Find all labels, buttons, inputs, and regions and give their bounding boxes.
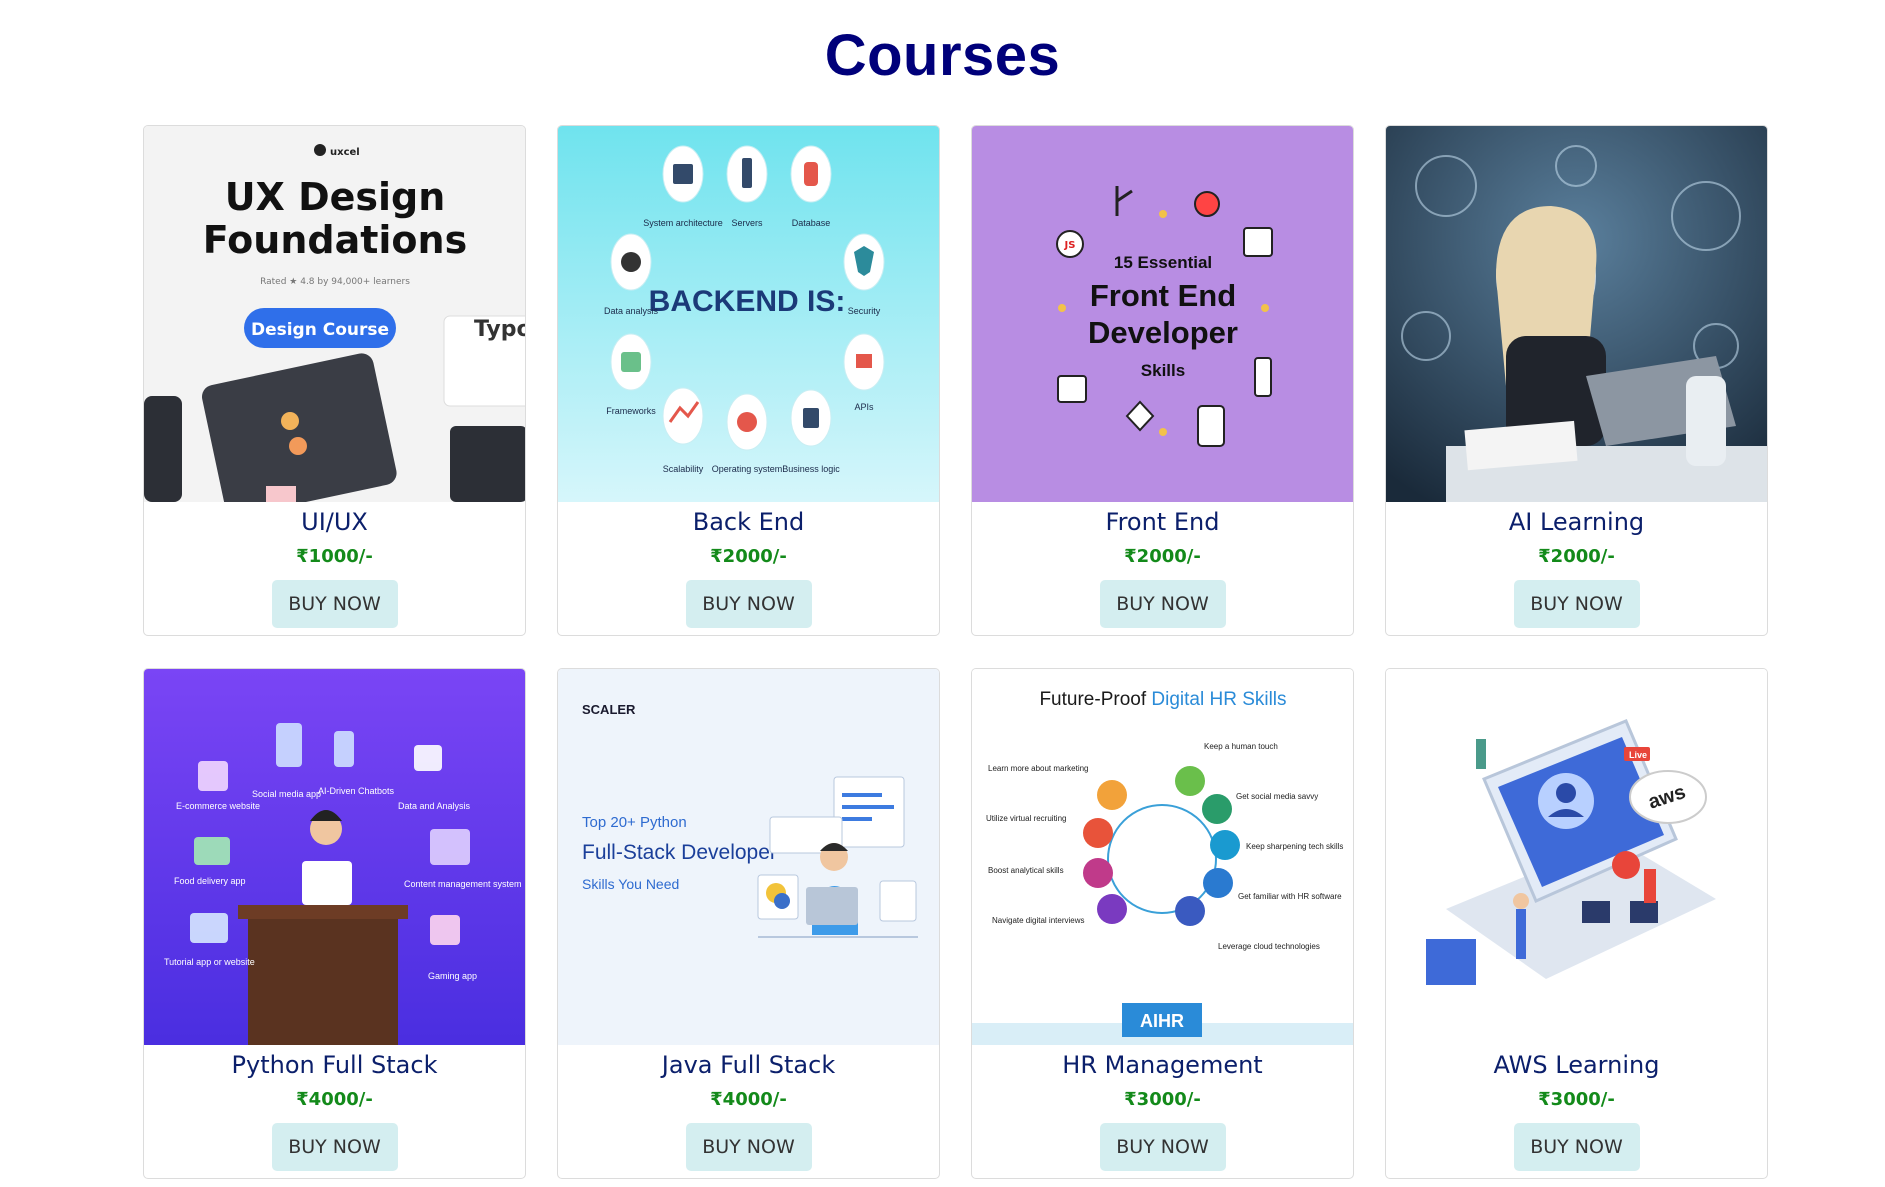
svg-text:SCALER: SCALER — [582, 702, 636, 717]
buy-now-button[interactable]: BUY NOW — [1513, 1123, 1640, 1171]
svg-text:Security: Security — [848, 306, 881, 316]
svg-text:Skills You Need: Skills You Need — [582, 876, 679, 892]
course-grid: uxcel UX Design Foundations Rated ★ 4.8 … — [143, 125, 1768, 1179]
course-card-ai-learning: AI Learning ₹2000/- BUY NOW — [1385, 125, 1768, 636]
svg-text:Top 20+ Python: Top 20+ Python — [582, 814, 687, 831]
buy-now-button[interactable]: BUY NOW — [1099, 580, 1226, 628]
svg-text:Keep sharpening tech skills: Keep sharpening tech skills — [1246, 842, 1343, 851]
svg-text:Content management system: Content management system — [404, 879, 522, 889]
svg-text:APIs: APIs — [854, 402, 874, 412]
svg-text:Food delivery app: Food delivery app — [174, 876, 246, 886]
svg-text:Utilize virtual recruiting: Utilize virtual recruiting — [986, 814, 1066, 823]
course-price: ₹3000/- — [1538, 1089, 1615, 1110]
svg-text:Skills: Skills — [1141, 361, 1185, 380]
svg-text:Get social media savvy: Get social media savvy — [1236, 792, 1318, 801]
svg-text:15 Essential: 15 Essential — [1114, 253, 1212, 272]
buy-now-button[interactable]: BUY NOW — [685, 1123, 812, 1171]
svg-text:Leverage cloud technologies: Leverage cloud technologies — [1218, 942, 1320, 951]
svg-text:Full-Stack Developer: Full-Stack Developer — [582, 841, 777, 864]
buy-now-button[interactable]: BUY NOW — [685, 580, 812, 628]
course-image-aws-learning[interactable]: Live aws — [1386, 669, 1767, 1045]
course-image-front-end[interactable]: JS 15 Essential Front End Developer Skil… — [972, 126, 1353, 502]
course-card-hr-management: Future-Proof Digital HR Skills Learn mor… — [971, 668, 1354, 1179]
svg-text:Front End: Front End — [1090, 278, 1236, 313]
svg-text:Data analysis: Data analysis — [604, 306, 659, 316]
page-title: Courses — [824, 23, 1061, 88]
course-card-ui-ux: uxcel UX Design Foundations Rated ★ 4.8 … — [143, 125, 526, 636]
svg-text:Database: Database — [792, 218, 831, 228]
svg-text:Get familiar with HR software: Get familiar with HR software — [1238, 892, 1342, 901]
course-title: AI Learning — [1508, 508, 1645, 536]
course-title: UI/UX — [301, 508, 368, 536]
svg-text:AIHR: AIHR — [1140, 1011, 1184, 1031]
svg-text:Design Course: Design Course — [251, 320, 389, 340]
course-price: ₹2000/- — [1538, 546, 1615, 567]
svg-text:System architecture: System architecture — [643, 218, 723, 228]
svg-text:Learn more about marketing: Learn more about marketing — [988, 764, 1089, 773]
uxcel-logo-text: uxcel — [330, 147, 360, 158]
course-card-back-end: BACKEND IS: System architecture Servers … — [557, 125, 940, 636]
course-card-python-full-stack: E-commerce website Social media app AI-D… — [143, 668, 526, 1179]
course-image-python-full-stack[interactable]: E-commerce website Social media app AI-D… — [144, 669, 525, 1045]
course-card-aws-learning: Live aws AWS Learning ₹3000/- BUY NOW — [1385, 668, 1768, 1179]
svg-text:Frameworks: Frameworks — [606, 406, 656, 416]
course-title: AWS Learning — [1493, 1051, 1660, 1079]
svg-text:Operating system: Operating system — [712, 464, 783, 474]
course-title: Back End — [692, 508, 805, 536]
course-card-front-end: JS 15 Essential Front End Developer Skil… — [971, 125, 1354, 636]
svg-text:Navigate digital interviews: Navigate digital interviews — [992, 916, 1085, 925]
svg-text:Tutorial app or website: Tutorial app or website — [164, 957, 255, 967]
course-price: ₹3000/- — [1124, 1089, 1201, 1110]
svg-text:Typo: Typo — [474, 317, 526, 342]
course-title: Java Full Stack — [661, 1051, 836, 1079]
course-title: Python Full Stack — [231, 1051, 438, 1079]
svg-text:E-commerce website: E-commerce website — [176, 801, 260, 811]
course-price: ₹2000/- — [710, 546, 787, 567]
svg-text:Future-Proof Digital HR Skills: Future-Proof Digital HR Skills — [1039, 689, 1286, 710]
course-image-ui-ux[interactable]: uxcel UX Design Foundations Rated ★ 4.8 … — [144, 126, 526, 502]
buy-now-button[interactable]: BUY NOW — [271, 580, 398, 628]
svg-text:Foundations: Foundations — [203, 218, 467, 262]
svg-text:Social media app: Social media app — [252, 789, 321, 799]
svg-text:Data and Analysis: Data and Analysis — [398, 801, 471, 811]
course-price: ₹4000/- — [296, 1089, 373, 1110]
svg-text:Live: Live — [1629, 750, 1647, 760]
svg-text:BACKEND IS:: BACKEND IS: — [649, 285, 846, 318]
course-image-back-end[interactable]: BACKEND IS: System architecture Servers … — [558, 126, 939, 502]
course-title: Front End — [1105, 508, 1220, 536]
svg-text:Keep a human touch: Keep a human touch — [1204, 742, 1278, 751]
course-price: ₹2000/- — [1124, 546, 1201, 567]
svg-text:Gaming app: Gaming app — [428, 971, 477, 981]
course-title: HR Management — [1062, 1051, 1263, 1079]
svg-text:UX Design: UX Design — [225, 175, 446, 219]
buy-now-button[interactable]: BUY NOW — [1513, 580, 1640, 628]
buy-now-button[interactable]: BUY NOW — [1099, 1123, 1226, 1171]
course-card-java-full-stack: SCALER Top 20+ Python Full-Stack Develop… — [557, 668, 940, 1179]
svg-text:AI-Driven Chatbots: AI-Driven Chatbots — [318, 786, 395, 796]
course-image-hr-management[interactable]: Future-Proof Digital HR Skills Learn mor… — [972, 669, 1353, 1045]
buy-now-button[interactable]: BUY NOW — [271, 1123, 398, 1171]
svg-text:JS: JS — [1064, 240, 1076, 251]
svg-text:Business logic: Business logic — [782, 464, 840, 474]
svg-text:Servers: Servers — [731, 218, 763, 228]
svg-text:Developer: Developer — [1088, 315, 1238, 350]
svg-text:Rated ★ 4.8 by 94,000+ learner: Rated ★ 4.8 by 94,000+ learners — [260, 277, 410, 287]
course-price: ₹4000/- — [710, 1089, 787, 1110]
svg-text:Boost analytical skills: Boost analytical skills — [988, 866, 1064, 875]
course-image-java-full-stack[interactable]: SCALER Top 20+ Python Full-Stack Develop… — [558, 669, 939, 1045]
course-price: ₹1000/- — [296, 546, 373, 567]
svg-text:Scalability: Scalability — [663, 464, 704, 474]
course-image-ai-learning[interactable] — [1386, 126, 1767, 502]
